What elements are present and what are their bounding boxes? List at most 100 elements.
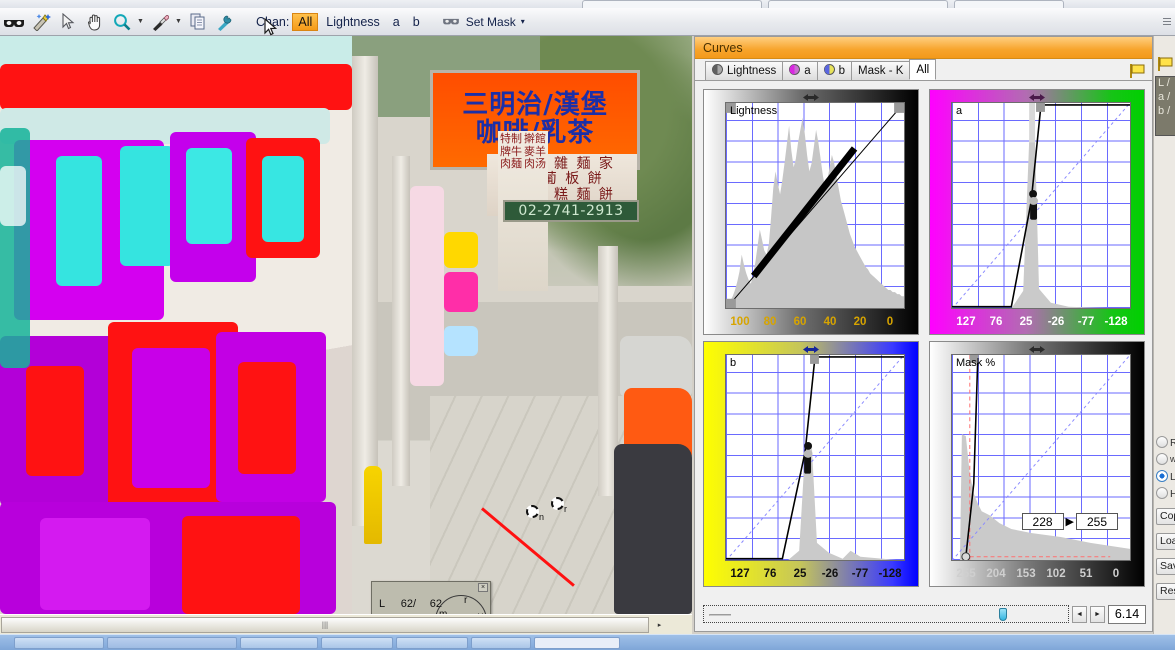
- set-mask-control[interactable]: Set Mask ▾: [441, 15, 525, 29]
- save-button[interactable]: Save: [1156, 558, 1175, 575]
- curves-slider-increment[interactable]: ►: [1090, 605, 1105, 623]
- curves-slider-track[interactable]: [703, 605, 1069, 623]
- rail-preview-l: L /: [1158, 77, 1170, 89]
- tab-lightness-label: Lightness: [727, 65, 777, 77]
- taskbar-item-2[interactable]: [107, 636, 237, 649]
- taskbar-item-3[interactable]: [240, 636, 318, 649]
- table-row: L 62/ 62: [378, 597, 443, 611]
- tab-mask-k[interactable]: Mask - K: [851, 61, 911, 80]
- mask-plot[interactable]: Mask % 228 ▶ 255: [951, 354, 1131, 561]
- mask-low-value[interactable]: 228: [1021, 513, 1064, 530]
- chevron-right-icon[interactable]: ▸: [651, 616, 668, 633]
- lightness-tick-2: 60: [793, 316, 807, 328]
- b-axis: 127 76 25 -26 -77 -128: [725, 565, 905, 583]
- radio-lab[interactable]: [1156, 470, 1168, 482]
- chrome-tab-3[interactable]: [954, 0, 1064, 8]
- image-canvas[interactable]: 三明治/漢堡 咖啡/乳茶 愛 二 雜 麺 家 明 葡 板 餅 堡 治 糕 麺 餅…: [0, 36, 692, 614]
- b-tick-2: 25: [793, 568, 807, 580]
- mask-glasses-icon[interactable]: [0, 10, 27, 34]
- curve-cell-b[interactable]: b 127 76 25 -26 -77 -128: [703, 341, 919, 587]
- mask-tick-0: 255: [956, 568, 976, 580]
- toolbar-overflow-grip[interactable]: [1163, 14, 1171, 29]
- a-tick-1: 76: [989, 316, 1003, 328]
- mask-handle-icon[interactable]: [1028, 343, 1046, 353]
- channel-option-lightness[interactable]: Lightness: [321, 14, 385, 30]
- lightness-handle-icon[interactable]: [802, 91, 820, 101]
- taskbar-item-5[interactable]: [396, 636, 468, 649]
- flag-icon[interactable]: [1129, 63, 1146, 79]
- tab-all[interactable]: All: [909, 59, 937, 80]
- mask-high-value[interactable]: 255: [1076, 513, 1118, 530]
- radio-rgb[interactable]: [1156, 436, 1168, 448]
- lightness-curve[interactable]: [726, 103, 904, 309]
- lightness-tick-3: 40: [823, 316, 837, 328]
- chrome-tab-2[interactable]: [768, 0, 948, 8]
- mask-axis: 255 204 153 102 51 0: [951, 565, 1131, 583]
- radio-hsv[interactable]: [1156, 487, 1168, 499]
- b-plot[interactable]: b: [725, 354, 905, 561]
- tab-lightness[interactable]: Lightness: [705, 61, 784, 80]
- channel-option-all[interactable]: All: [292, 12, 319, 31]
- curves-slider-thumb[interactable]: [998, 608, 1007, 621]
- taskbar-item-7[interactable]: [534, 636, 620, 649]
- zoom-dropdown-caret-icon[interactable]: ▼: [135, 10, 146, 34]
- mask-arrow-icon: ▶: [1065, 516, 1074, 528]
- lab-info-panel[interactable]: × L 62/ 62 a -2/ -2 b 11/: [371, 581, 491, 614]
- copy-button[interactable]: Copy: [1156, 508, 1175, 525]
- hand-pan-icon[interactable]: [81, 10, 108, 34]
- curves-grid: Lightness 100 80 60 40 20 0 a 127 76 25 …: [703, 89, 1146, 597]
- tab-a-label: a: [804, 65, 811, 77]
- a-curve[interactable]: [952, 103, 1130, 309]
- chrome-tab-1[interactable]: [582, 0, 762, 8]
- lightness-axis: 100 80 60 40 20 0: [725, 313, 905, 331]
- eyedropper-dropdown-caret-icon[interactable]: ▼: [173, 10, 184, 34]
- main-toolbar: ▼ ▼ Chan: All Lightness a b Set Mask ▾: [0, 8, 1175, 36]
- radio-wy[interactable]: [1156, 453, 1168, 465]
- pointer-arrow-icon[interactable]: [54, 10, 81, 34]
- curves-panel: Curves Lightness a b Mask - K All Lightn…: [694, 36, 1153, 632]
- a-gradient-handle-bar[interactable]: [929, 89, 1145, 102]
- lab-row-0-channel: L: [379, 598, 386, 610]
- channel-option-a[interactable]: a: [388, 14, 405, 30]
- curves-slider-decrement[interactable]: ◄: [1072, 605, 1087, 623]
- a-tick-5: -128: [1104, 316, 1128, 328]
- mouse-cursor: [264, 17, 278, 38]
- sample-marker-1[interactable]: n: [524, 503, 545, 522]
- lab-info-titlebar[interactable]: ×: [372, 582, 490, 593]
- curve-cell-mask[interactable]: Mask % 228 ▶ 255 255 204 153 102 51 0: [929, 341, 1145, 587]
- magic-wand-icon[interactable]: [27, 10, 54, 34]
- curves-bottom-slider[interactable]: ◄ ► 6.14: [703, 603, 1146, 625]
- lightness-gradient-handle-bar[interactable]: [703, 89, 919, 102]
- mask-threshold-controls[interactable]: 228 ▶ 255: [1021, 513, 1118, 530]
- channel-option-b[interactable]: b: [408, 14, 425, 30]
- taskbar-item-1[interactable]: [14, 636, 104, 649]
- b-curve[interactable]: [726, 355, 904, 561]
- a-handle-icon[interactable]: [1028, 91, 1046, 101]
- magnifier-zoom-icon[interactable]: [108, 10, 135, 34]
- set-mask-caret-icon[interactable]: ▾: [521, 17, 525, 26]
- tab-a[interactable]: a: [782, 61, 818, 80]
- flag-icon[interactable]: [1157, 56, 1174, 72]
- a-plot[interactable]: a: [951, 102, 1131, 309]
- canvas-hscroll-thumb[interactable]: [1, 617, 649, 633]
- curve-cell-a[interactable]: a 127 76 25 -26 -77 -128: [929, 89, 1145, 335]
- taskbar-item-4[interactable]: [321, 636, 393, 649]
- tab-b[interactable]: b: [816, 61, 853, 80]
- canvas-hscrollbar[interactable]: ▸: [0, 614, 692, 634]
- curves-slider-value[interactable]: 6.14: [1108, 604, 1146, 624]
- b-gradient-handle-bar[interactable]: [703, 341, 919, 354]
- load-button[interactable]: Load: [1156, 533, 1175, 550]
- eyedropper-icon[interactable]: [146, 10, 173, 34]
- tools-wrench-icon[interactable]: [211, 10, 238, 34]
- copy-pages-icon[interactable]: [184, 10, 211, 34]
- sample-marker-1-label: n: [539, 512, 545, 522]
- lightness-plot[interactable]: Lightness: [725, 102, 905, 309]
- close-icon[interactable]: ×: [478, 583, 488, 592]
- reset-button[interactable]: Reset: [1156, 583, 1175, 600]
- sample-marker-2[interactable]: r: [549, 495, 567, 514]
- mask-gradient-handle-bar[interactable]: [929, 341, 1145, 354]
- b-tick-4: -77: [851, 568, 869, 580]
- taskbar-item-6[interactable]: [471, 636, 531, 649]
- curve-cell-lightness[interactable]: Lightness 100 80 60 40 20 0: [703, 89, 919, 335]
- b-handle-icon[interactable]: [802, 343, 820, 353]
